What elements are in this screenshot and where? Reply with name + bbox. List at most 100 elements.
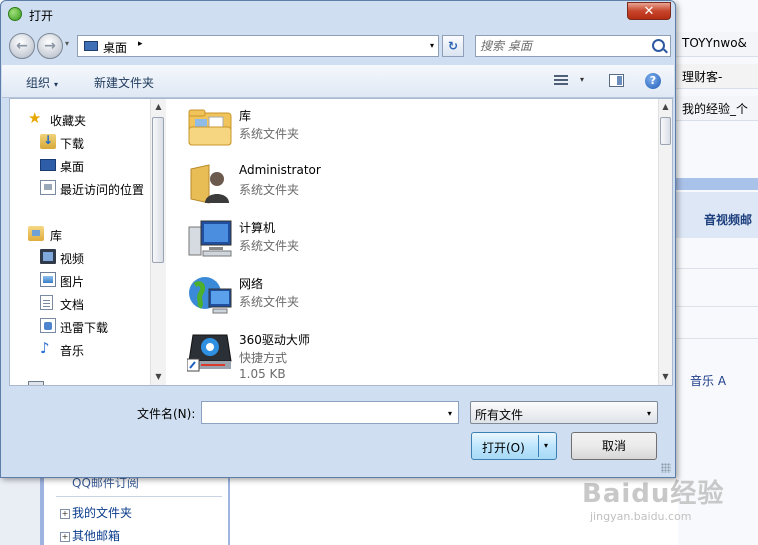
app-icon (8, 7, 22, 21)
scroll-up-arrow-icon[interactable]: ▲ (151, 99, 166, 115)
watermark-brand: Baidu经验 (582, 479, 725, 509)
help-icon[interactable]: ? (645, 73, 661, 89)
resize-grip-icon[interactable] (661, 463, 671, 473)
cancel-button[interactable]: 取消 (571, 432, 657, 460)
breadcrumb-arrow-icon[interactable]: ▸ (138, 39, 143, 49)
background-folder-item[interactable]: + 其他邮箱 (60, 527, 120, 544)
search-box[interactable] (475, 35, 671, 57)
background-section-header: 音视频邮 (676, 192, 758, 238)
file-type: 系统文件夹 (239, 127, 300, 141)
file-item-administrator[interactable]: Administrator 系统文件夹 (187, 157, 487, 209)
file-item-network[interactable]: 网络 系统文件夹 (187, 269, 487, 321)
address-bar[interactable]: 桌面 ▸ ▾ (77, 35, 439, 57)
forward-arrow-icon: → (44, 38, 56, 54)
desktop-icon (40, 159, 56, 171)
close-button[interactable]: ✕ (627, 2, 671, 20)
nav-item-label: 视频 (60, 252, 85, 266)
xunlei-download-icon (40, 318, 56, 333)
background-divider (676, 268, 758, 269)
nav-item-label: 收藏夹 (50, 114, 87, 128)
network-icon (189, 277, 232, 314)
change-view-icon[interactable] (554, 75, 568, 87)
file-name: 360驱动大师 (239, 333, 310, 347)
nav-item-computer-partial[interactable] (10, 379, 150, 385)
new-folder-button[interactable]: 新建文件夹 (94, 74, 154, 91)
scroll-up-arrow-icon[interactable]: ▲ (659, 99, 672, 115)
file-item-360-driver-master[interactable]: 360驱动大师 快捷方式 1.05 KB (187, 325, 487, 381)
file-list-scrollbar[interactable]: ▲ ▼ (658, 99, 672, 385)
navigation-row: ← → ▾ 桌面 ▸ ▾ ↻ (1, 29, 675, 63)
nav-item-recent-places[interactable]: 最近访问的位置 (10, 178, 150, 198)
forward-button[interactable]: → (37, 33, 63, 59)
breadcrumb-desktop[interactable]: 桌面 (103, 39, 127, 56)
document-icon (40, 295, 53, 310)
history-dropdown-icon[interactable]: ▾ (65, 39, 69, 48)
computer-icon (28, 381, 44, 385)
background-folder-label: 其他邮箱 (72, 529, 121, 543)
search-input[interactable] (480, 38, 640, 54)
background-tab-label: 我的经验_个 (682, 102, 749, 116)
open-button[interactable]: 打开(O) ▾ (471, 432, 557, 460)
scroll-down-arrow-icon[interactable]: ▼ (659, 369, 672, 385)
back-button[interactable]: ← (9, 33, 35, 59)
chevron-down-icon: ▾ (646, 409, 651, 418)
nav-item-label: 文档 (60, 298, 85, 312)
background-mail-panel: QQ邮件订阅 + 我的文件夹 + 其他邮箱 (40, 476, 236, 545)
dialog-titlebar[interactable]: 打开 ✕ (1, 1, 675, 27)
file-name: Administrator (239, 163, 321, 177)
nav-item-favorites[interactable]: ★ 收藏夹 (10, 109, 150, 129)
preview-pane-icon[interactable] (609, 74, 624, 87)
filename-label: 文件名(N): (137, 407, 196, 421)
background-left-column (0, 478, 40, 545)
nav-scroll-thumb[interactable] (152, 117, 164, 263)
nav-item-videos[interactable]: 视频 (10, 247, 150, 267)
file-type: 快捷方式 (239, 351, 288, 365)
view-options-dropdown-icon[interactable]: ▾ (580, 75, 584, 84)
desktop-icon (84, 41, 98, 51)
file-scroll-thumb[interactable] (660, 117, 671, 145)
background-divider (676, 338, 758, 339)
scroll-down-arrow-icon[interactable]: ▼ (151, 369, 166, 385)
filename-input[interactable] (205, 404, 435, 421)
file-type-select[interactable]: 所有文件 ▾ (470, 401, 658, 424)
chevron-down-icon: ▾ (54, 80, 59, 89)
split-divider (538, 435, 539, 457)
background-tab[interactable]: TOYYnwo& (676, 32, 758, 57)
nav-item-pictures[interactable]: 图片 (10, 270, 150, 290)
background-music-link[interactable]: 音乐 A (690, 372, 726, 389)
navigation-pane: ★ 收藏夹 下载 桌面 最近访问的位置 库 视频 (10, 99, 150, 385)
recent-places-icon (40, 180, 56, 195)
library-folder-icon (188, 109, 232, 146)
background-right-sidebar: TOYYnwo& 理财客- 我的经验_个 音视频邮 音乐 A (676, 0, 758, 545)
nav-item-label: 音乐 (60, 344, 85, 358)
background-tab[interactable]: 理财客- (676, 64, 758, 89)
nav-item-libraries[interactable]: 库 (10, 224, 150, 244)
nav-item-downloads[interactable]: 下载 (10, 132, 150, 152)
download-folder-icon (40, 133, 56, 149)
search-icon[interactable] (652, 39, 665, 52)
filename-dropdown-icon[interactable]: ▾ (448, 409, 452, 418)
nav-item-label: 图片 (60, 275, 85, 289)
background-tab[interactable]: 我的经验_个 (676, 96, 758, 121)
refresh-button[interactable]: ↻ (442, 35, 464, 57)
background-folder-label: 我的文件夹 (72, 506, 133, 520)
address-dropdown-icon[interactable]: ▾ (430, 41, 434, 50)
file-type: 系统文件夹 (239, 239, 300, 253)
nav-item-music[interactable]: ♪ 音乐 (10, 339, 150, 359)
nav-pane-scrollbar[interactable]: ▲ ▼ (150, 99, 166, 385)
nav-item-xunlei-downloads[interactable]: 迅雷下载 (10, 316, 150, 336)
nav-item-documents[interactable]: 文档 (10, 293, 150, 313)
watermark-url: jingyan.baidu.com (590, 510, 692, 523)
user-folder-icon (190, 164, 229, 204)
file-type-selected: 所有文件 (475, 408, 524, 422)
nav-item-desktop[interactable]: 桌面 (10, 155, 150, 175)
filename-combobox[interactable]: ▾ (201, 401, 459, 424)
background-section-title: 音视频邮 (704, 213, 753, 227)
open-options-dropdown-icon[interactable]: ▾ (544, 441, 548, 450)
browse-area: ★ 收藏夹 下载 桌面 最近访问的位置 库 视频 (9, 98, 673, 386)
file-type: 系统文件夹 (239, 295, 300, 309)
file-item-library[interactable]: 库 系统文件夹 (187, 101, 487, 153)
background-folder-item[interactable]: + 我的文件夹 (60, 504, 132, 521)
file-item-computer[interactable]: 计算机 系统文件夹 (187, 213, 487, 265)
organize-button[interactable]: 组织 ▾ (26, 74, 58, 91)
